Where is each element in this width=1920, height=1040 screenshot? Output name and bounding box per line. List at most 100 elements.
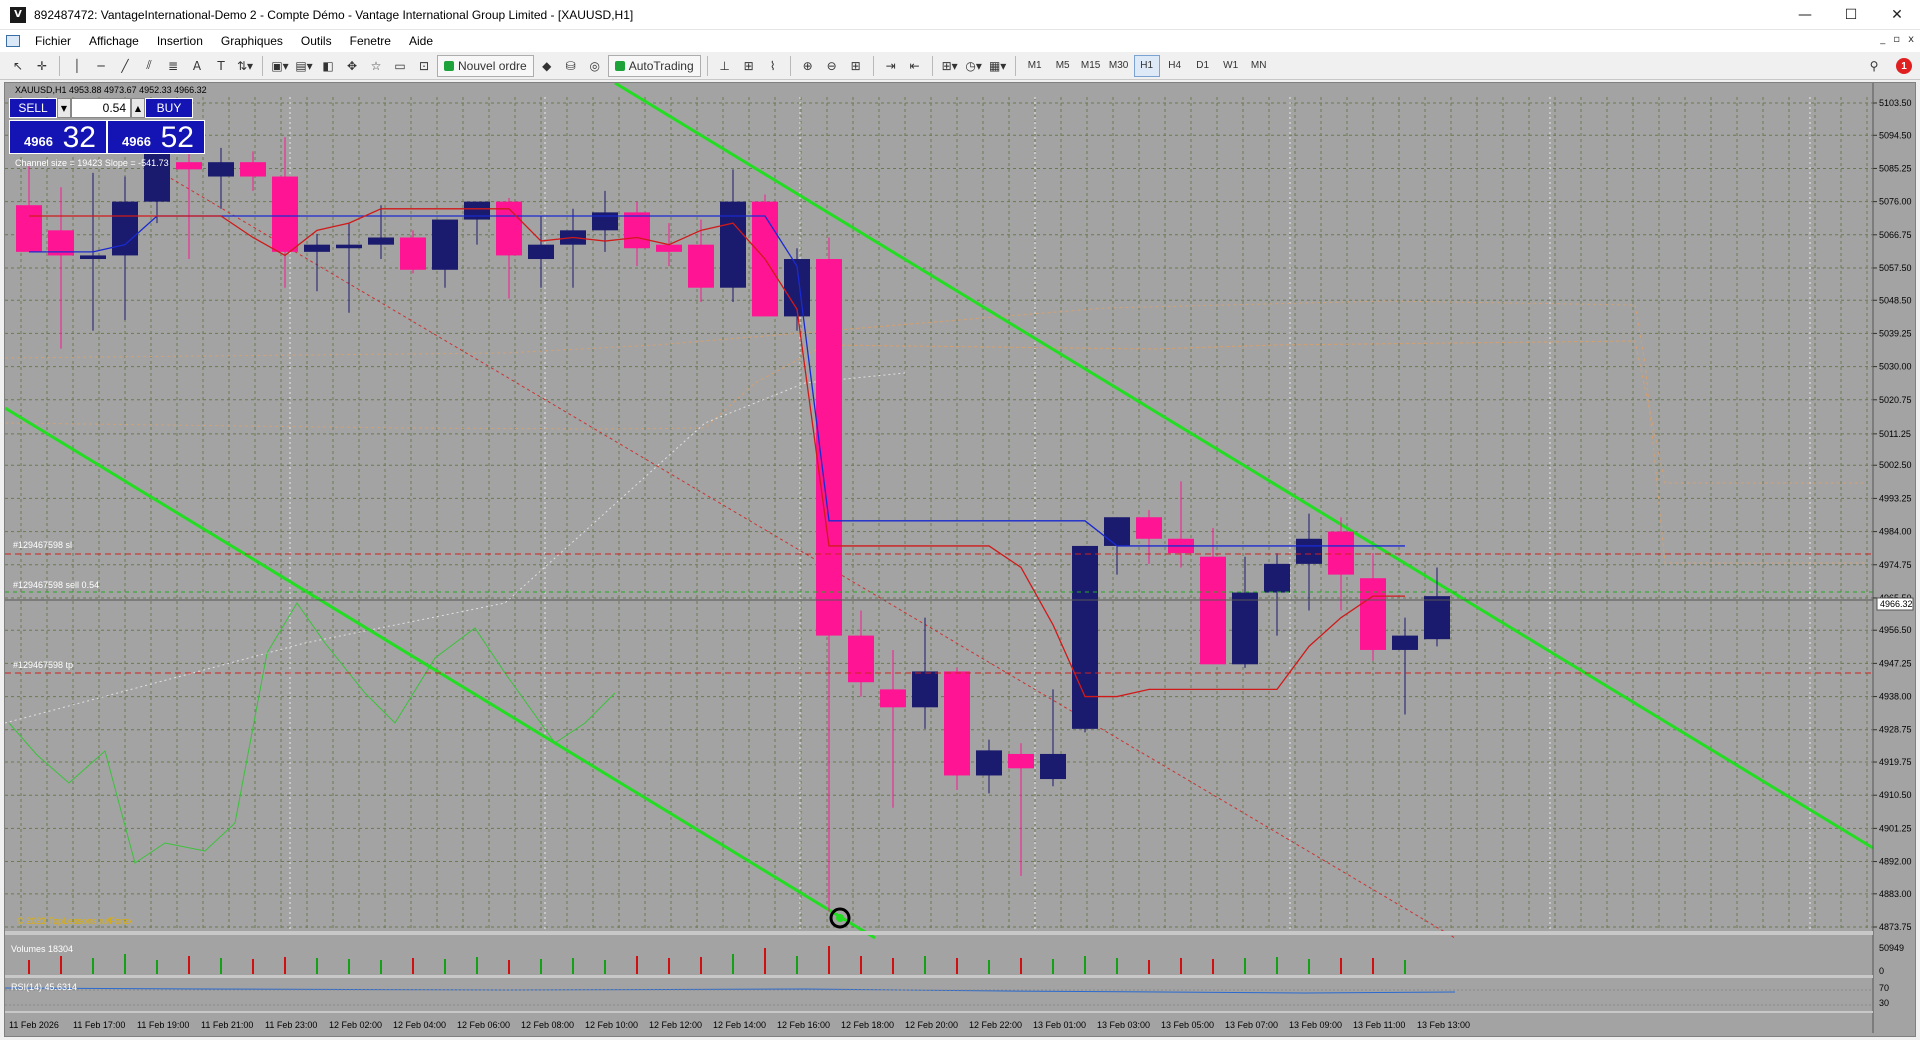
time-tick-label: 12 Feb 06:00	[457, 1020, 510, 1030]
timeframe-w1[interactable]: W1	[1218, 55, 1244, 77]
candle-body	[848, 635, 874, 683]
candle-body	[1104, 517, 1130, 546]
data-window-icon[interactable]: ✥	[341, 55, 363, 77]
menu-fichier[interactable]: Fichier	[26, 30, 80, 52]
candle-body	[336, 244, 362, 249]
profiles-icon[interactable]: ▤▾	[293, 55, 315, 77]
new-chart-icon[interactable]: ▣▾	[269, 55, 291, 77]
trendline-icon[interactable]: ╱	[114, 55, 136, 77]
time-tick-label: 13 Feb 01:00	[1033, 1020, 1086, 1030]
sell-button[interactable]: SELL	[9, 98, 57, 118]
new-order-button[interactable]: Nouvel ordre	[437, 54, 534, 77]
autotrading-button[interactable]: AutoTrading	[607, 54, 701, 77]
zoom-out-icon[interactable]: ⊖	[821, 55, 843, 77]
timeframe-d1[interactable]: D1	[1190, 55, 1216, 77]
lot-down-icon[interactable]: ▼	[57, 98, 71, 118]
price-tick-label: 5011.25	[1879, 429, 1911, 439]
cloud-span-b-line	[5, 340, 1865, 484]
zoom-in-icon[interactable]: ⊕	[797, 55, 819, 77]
arrows-icon[interactable]: ⇅▾	[234, 55, 256, 77]
timeframe-h4[interactable]: H4	[1162, 55, 1188, 77]
toolbar-separator	[789, 55, 791, 76]
chart-shift-icon[interactable]: ⇤	[904, 55, 926, 77]
price-tick-label: 5076.00	[1879, 197, 1912, 207]
text-icon[interactable]: A	[186, 55, 208, 77]
pane-divider	[5, 975, 1873, 978]
lot-size-input[interactable]: 0.54	[71, 98, 131, 118]
lot-up-icon[interactable]: ▲	[131, 98, 145, 118]
price-tick-label: 5002.50	[1879, 460, 1912, 470]
price-tick-label: 5030.00	[1879, 362, 1912, 372]
time-tick-label: 12 Feb 20:00	[905, 1020, 958, 1030]
mdi-close-button[interactable]: x	[1908, 34, 1914, 45]
candlestick-icon[interactable]: ⊞	[738, 55, 760, 77]
candle-body	[432, 219, 458, 270]
time-tick-label: 13 Feb 13:00	[1417, 1020, 1470, 1030]
menu-fenetre[interactable]: Fenetre	[341, 30, 400, 52]
strategy-tester-icon[interactable]: ⊡	[413, 55, 435, 77]
minimize-button[interactable]: —	[1782, 0, 1828, 30]
timeframe-m5[interactable]: M5	[1050, 55, 1076, 77]
text-label-icon[interactable]: T	[210, 55, 232, 77]
candle-body	[1040, 753, 1066, 780]
rsi-axis-bottom: 30	[1879, 998, 1889, 1008]
price-tick-label: 5103.50	[1879, 98, 1912, 108]
navigator-icon[interactable]: ☆	[365, 55, 387, 77]
price-tick-label: 4910.50	[1879, 790, 1912, 800]
periods-icon[interactable]: ◷▾	[963, 55, 985, 77]
channel-icon[interactable]: ⫽	[138, 55, 160, 77]
timeframe-m30[interactable]: M30	[1106, 55, 1132, 77]
signals-icon[interactable]: ⛁	[560, 55, 582, 77]
menu-aide[interactable]: Aide	[400, 30, 442, 52]
time-tick-label: 11 Feb 19:00	[137, 1020, 189, 1030]
maximize-button[interactable]: ☐	[1828, 0, 1874, 30]
line-chart-icon[interactable]: ⌇	[762, 55, 784, 77]
volumes-axis-max: 50949	[1879, 943, 1904, 953]
price-tick-label: 4901.25	[1879, 823, 1912, 833]
menu-affichage[interactable]: Affichage	[80, 30, 148, 52]
search-icon[interactable]: ⚲	[1863, 55, 1885, 77]
buy-price-prefix: 4966	[122, 134, 151, 149]
menu-insertion[interactable]: Insertion	[148, 30, 212, 52]
tile-windows-icon[interactable]: ⊞	[845, 55, 867, 77]
templates-icon[interactable]: ▦▾	[987, 55, 1009, 77]
time-tick-label: 12 Feb 12:00	[649, 1020, 702, 1030]
buy-button[interactable]: BUY	[145, 98, 193, 118]
chart-canvas[interactable]: 5103.50 5094.50 5085.25 5076.00 5066.75 5057.…	[5, 83, 1916, 1037]
candle-body	[624, 212, 650, 249]
chart-window-icon[interactable]	[6, 35, 20, 47]
notification-badge[interactable]: 1	[1896, 58, 1912, 74]
pane-divider	[5, 931, 1873, 935]
time-tick-label: 13 Feb 03:00	[1097, 1020, 1150, 1030]
timeframe-mn[interactable]: MN	[1246, 55, 1272, 77]
mdi-minimize-button[interactable]: _	[1880, 34, 1885, 45]
bar-chart-icon[interactable]: ⊥	[714, 55, 736, 77]
timeframe-h1[interactable]: H1	[1133, 54, 1160, 77]
buy-price-button[interactable]: 4966 52	[107, 120, 205, 154]
vertical-line-icon[interactable]: │	[66, 55, 88, 77]
candle-body	[1072, 545, 1098, 729]
chart-window[interactable]: 5103.50 5094.50 5085.25 5076.00 5066.75 5057.…	[4, 82, 1916, 1037]
autoscroll-icon[interactable]: ⇥	[880, 55, 902, 77]
indicators-icon[interactable]: ⊞▾	[939, 55, 961, 77]
market-watch-icon[interactable]: ◧	[317, 55, 339, 77]
close-button[interactable]: ✕	[1874, 0, 1920, 30]
menu-graphiques[interactable]: Graphiques	[212, 30, 292, 52]
candle-body	[16, 205, 42, 252]
one-click-trading-panel: SELL ▼ 0.54 ▲ BUY 4966 32 4966 52	[9, 98, 207, 154]
candle-body	[304, 244, 330, 252]
menu-outils[interactable]: Outils	[292, 30, 341, 52]
metaeditor-icon[interactable]: ◆	[536, 55, 558, 77]
market-icon[interactable]: ◎	[584, 55, 606, 77]
sell-price-button[interactable]: 4966 32	[9, 120, 107, 154]
fibonacci-icon[interactable]: ≣	[162, 55, 184, 77]
horizontal-line-icon[interactable]: ─	[90, 55, 112, 77]
channel-anchor-point-center	[836, 914, 844, 922]
timeframe-m1[interactable]: M1	[1022, 55, 1048, 77]
mdi-restore-button[interactable]: ▫	[1893, 34, 1900, 45]
timeframe-m15[interactable]: M15	[1078, 55, 1104, 77]
crosshair-icon[interactable]: ✛	[31, 55, 53, 77]
terminal-icon[interactable]: ▭	[389, 55, 411, 77]
volumes-label: Volumes 18304	[11, 944, 73, 954]
cursor-arrow-icon[interactable]: ↖	[7, 55, 29, 77]
